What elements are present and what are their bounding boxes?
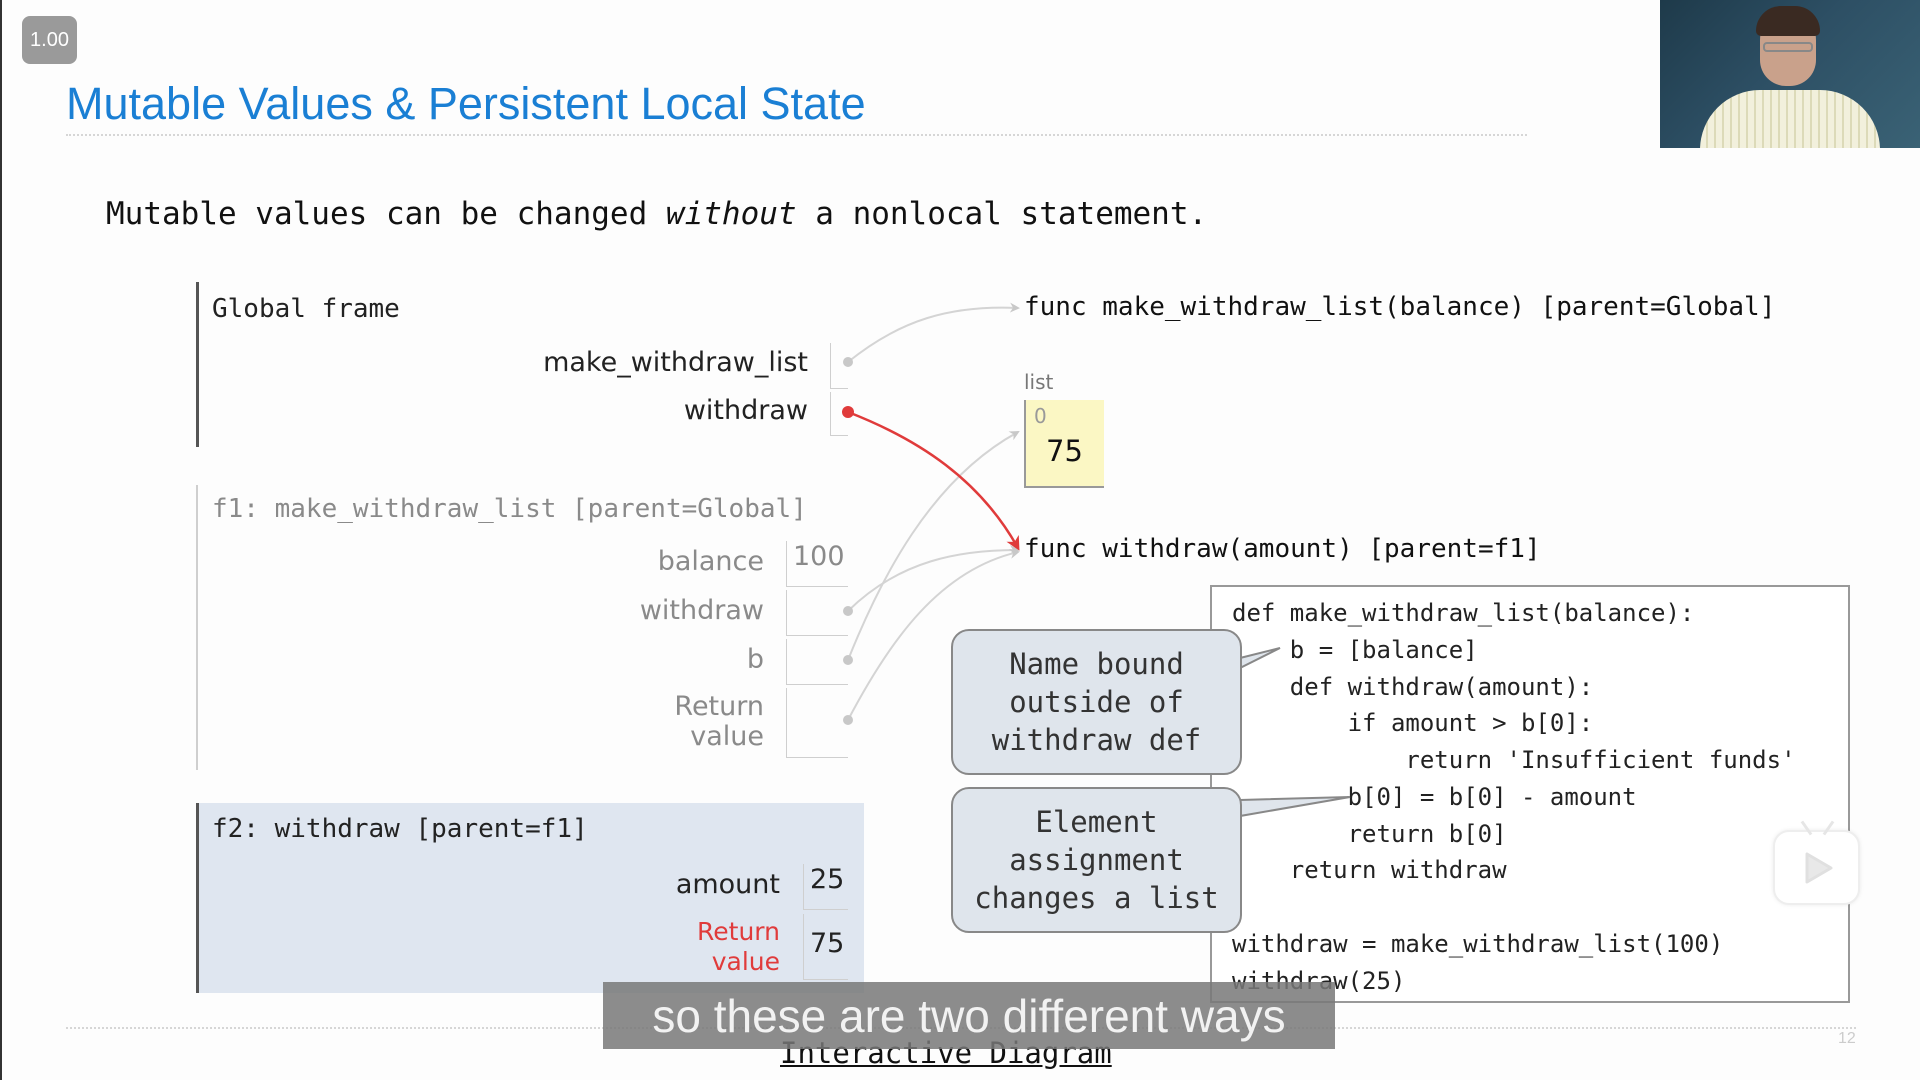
global-var-make-withdraw-list-box — [830, 343, 848, 389]
f1-var-b-box — [786, 639, 848, 685]
arrow-f1-withdraw — [847, 545, 1020, 612]
f2-return-label-line2: value — [711, 947, 780, 976]
video-caption: so these are two different ways — [603, 982, 1335, 1049]
code-line: return 'Insufficient funds' — [1232, 746, 1796, 774]
arrow-f1-b — [847, 431, 1020, 661]
f1-var-balance: balance — [657, 546, 764, 577]
f1-var-balance-value: 100 — [786, 541, 848, 587]
f1-return-value-box — [786, 688, 848, 758]
global-frame-border — [196, 282, 199, 447]
f1-var-b: b — [746, 644, 764, 675]
f2-return-label-line1: Return — [697, 917, 780, 946]
callout-text: changes a list — [974, 881, 1219, 915]
f2-return-value: 75 — [803, 914, 848, 980]
subtitle-emphasis: without — [665, 196, 797, 232]
slide-title: Mutable Values & Persistent Local State — [66, 78, 866, 129]
subtitle-text: Mutable values can be changed — [106, 196, 666, 232]
presenter-glasses — [1763, 42, 1813, 52]
f2-var-amount: amount — [675, 869, 780, 900]
global-var-withdraw-box — [830, 392, 848, 436]
f1-return-value-label: Return value — [674, 692, 764, 752]
slide-page-number: 12 — [1838, 1030, 1856, 1047]
f2-return-value-label: Return value — [697, 917, 780, 977]
f1-return-label-line2: value — [690, 721, 764, 752]
list-type-label: list — [1024, 370, 1054, 394]
subtitle-text-end: a nonlocal statement. — [796, 196, 1208, 232]
callout-text: outside of — [1009, 685, 1184, 719]
code-line: withdraw = make_withdraw_list(100) — [1232, 930, 1724, 958]
f2-frame-border — [196, 803, 199, 993]
f1-var-withdraw-box — [786, 590, 848, 636]
callout-text: assignment — [1009, 843, 1184, 877]
callout-text: Name bound — [1009, 647, 1184, 681]
global-var-make-withdraw-list: make_withdraw_list — [543, 347, 808, 378]
code-line: return b[0] — [1232, 820, 1507, 848]
global-frame-title: Global frame — [212, 294, 400, 324]
callout-name-bound: Name bound outside of withdraw def — [951, 629, 1242, 775]
code-line: def withdraw(amount): — [1232, 673, 1594, 701]
code-line: b[0] = b[0] - amount — [1232, 783, 1637, 811]
play-icon — [1805, 852, 1833, 884]
callout-text: withdraw def — [991, 723, 1202, 757]
f1-return-label-line1: Return — [674, 691, 764, 722]
play-button[interactable] — [1773, 820, 1860, 905]
arrow-global-make-withdraw-list — [847, 302, 1020, 363]
code-line: def make_withdraw_list(balance): — [1232, 599, 1695, 627]
title-divider — [66, 134, 1527, 136]
code-line: b = [balance] — [1232, 636, 1478, 664]
code-line: return withdraw — [1232, 856, 1507, 884]
list-element-value: 75 — [1046, 434, 1083, 468]
f1-frame-border — [196, 485, 198, 770]
code-line: if amount > b[0]: — [1232, 709, 1594, 737]
presenter-hair — [1756, 6, 1820, 36]
playback-speed-badge[interactable]: 1.00 — [22, 16, 77, 64]
slide-subtitle: Mutable values can be changed without a … — [106, 196, 1207, 232]
f1-var-withdraw: withdraw — [639, 595, 764, 626]
func-make-withdraw-list-object: func make_withdraw_list(balance) [parent… — [1024, 292, 1776, 322]
presenter-shirt — [1700, 90, 1880, 148]
f2-var-amount-value: 25 — [803, 864, 848, 910]
arrow-global-withdraw — [847, 410, 1020, 551]
f2-frame-title: f2: withdraw [parent=f1] — [212, 814, 588, 844]
list-index: 0 — [1034, 404, 1047, 428]
window-left-edge — [0, 0, 2, 1080]
f1-frame-title: f1: make_withdraw_list [parent=Global] — [212, 494, 807, 524]
callout-element-assignment: Element assignment changes a list — [951, 787, 1242, 933]
global-var-withdraw: withdraw — [683, 395, 808, 426]
code-listing: def make_withdraw_list(balance): b = [ba… — [1210, 585, 1850, 1003]
func-withdraw-object: func withdraw(amount) [parent=f1] — [1024, 534, 1541, 564]
list-object: 0 75 — [1024, 400, 1104, 488]
callout-text: Element — [1035, 805, 1158, 839]
webcam-overlay — [1660, 0, 1920, 148]
